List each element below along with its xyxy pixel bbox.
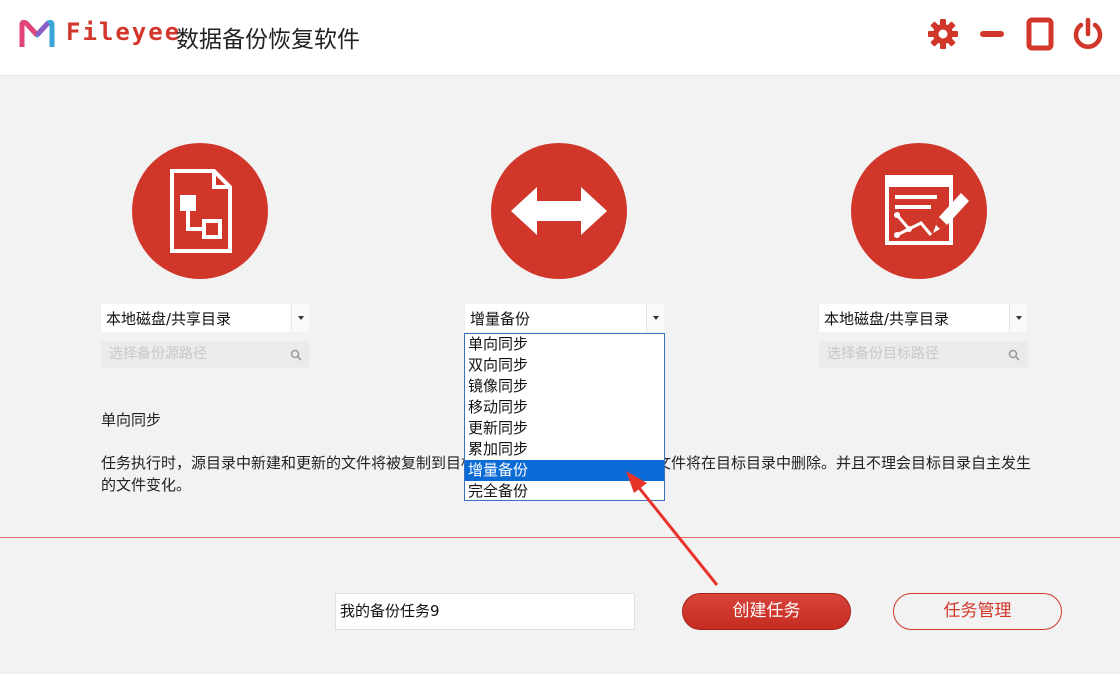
backup-mode-option[interactable]: 增量备份 xyxy=(465,460,664,481)
task-name-value: 我的备份任务9 xyxy=(340,602,440,620)
backup-mode-option[interactable]: 完全备份 xyxy=(465,481,664,502)
search-icon[interactable] xyxy=(290,349,302,361)
power-close-icon[interactable] xyxy=(1071,17,1105,51)
target-type-value: 本地磁盘/共享目录 xyxy=(824,310,950,328)
source-file-icon[interactable] xyxy=(132,143,268,279)
chevron-down-icon[interactable] xyxy=(1009,304,1027,332)
backup-mode-dropdown-list[interactable]: 单向同步 双向同步 镜像同步 移动同步 更新同步 累加同步 增量备份 完全备份 xyxy=(464,333,665,501)
backup-mode-value: 增量备份 xyxy=(470,310,531,328)
backup-mode-option[interactable]: 移动同步 xyxy=(465,397,664,418)
brand-name: Fileyee xyxy=(66,18,182,46)
target-path-placeholder: 选择备份目标路径 xyxy=(827,346,939,362)
task-management-button[interactable]: 任务管理 xyxy=(893,593,1062,630)
backup-mode-option[interactable]: 镜像同步 xyxy=(465,376,664,397)
settings-gear-icon[interactable] xyxy=(926,17,960,51)
backup-mode-option[interactable]: 单向同步 xyxy=(465,334,664,355)
backup-mode-select[interactable]: 增量备份 xyxy=(464,303,665,333)
create-task-button[interactable]: 创建任务 xyxy=(682,593,851,630)
task-name-input[interactable]: 我的备份任务9 xyxy=(335,593,635,630)
source-path-input[interactable]: 选择备份源路径 xyxy=(101,341,310,368)
title-bar: Fileyee 数据备份恢复软件 xyxy=(0,0,1120,76)
maximize-icon[interactable] xyxy=(1023,17,1057,51)
sync-direction-icon[interactable] xyxy=(491,143,627,279)
target-type-select[interactable]: 本地磁盘/共享目录 xyxy=(818,303,1028,333)
backup-mode-option[interactable]: 双向同步 xyxy=(465,355,664,376)
target-path-input[interactable]: 选择备份目标路径 xyxy=(819,341,1028,368)
source-path-placeholder: 选择备份源路径 xyxy=(109,346,207,362)
app-title: 数据备份恢复软件 xyxy=(176,27,360,53)
backup-mode-option[interactable]: 累加同步 xyxy=(465,439,664,460)
divider xyxy=(0,537,1120,538)
source-type-select[interactable]: 本地磁盘/共享目录 xyxy=(100,303,310,333)
fileyee-logo-icon xyxy=(19,19,55,47)
chevron-down-icon[interactable] xyxy=(291,304,309,332)
search-icon[interactable] xyxy=(1008,349,1020,361)
source-type-value: 本地磁盘/共享目录 xyxy=(106,310,232,328)
backup-mode-option[interactable]: 更新同步 xyxy=(465,418,664,439)
chevron-down-icon[interactable] xyxy=(646,304,664,332)
minimize-icon[interactable] xyxy=(975,17,1009,51)
target-edit-icon[interactable] xyxy=(851,143,987,279)
mode-description-title: 单向同步 xyxy=(101,411,162,429)
